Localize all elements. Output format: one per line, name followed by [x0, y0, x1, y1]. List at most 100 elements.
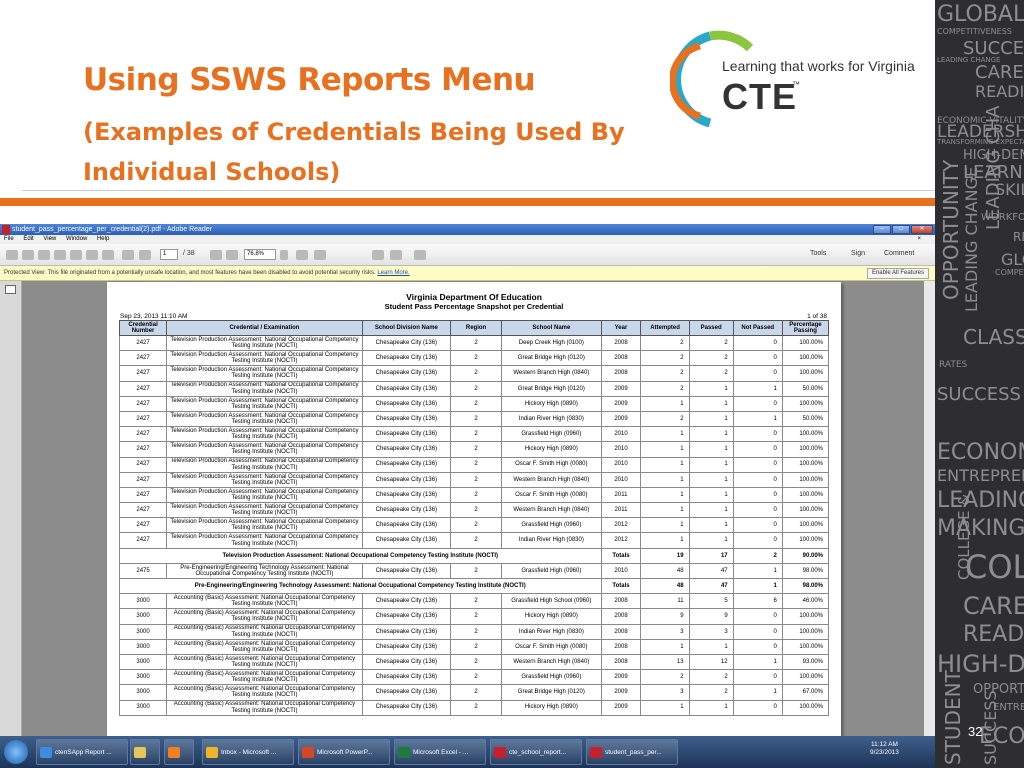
start-button[interactable] — [4, 740, 28, 764]
table-row: 3000 Accounting (Basic) Assessment: Natio… — [118, 623, 830, 640]
taskbar-item[interactable]: Microsoft Excel - ... — [394, 739, 486, 765]
table-cell: 2 — [449, 608, 503, 625]
adobe-reader-window[interactable]: student_pass_percentage_per_credential(2… — [0, 224, 935, 740]
vertical-scrollbar[interactable] — [924, 281, 935, 740]
table-cell: 2 — [449, 334, 503, 352]
settings-icon[interactable] — [54, 250, 66, 260]
table-cell: 6 — [732, 593, 783, 610]
table-cell: Pre-Engineering/Engineering Technology A… — [166, 562, 363, 580]
table-row: 2427 Television Production Assessment: Na… — [118, 334, 830, 352]
table-cell: 2 — [640, 410, 690, 428]
table-cell: Western Branch High (0840) — [501, 502, 602, 519]
table-row: 2427 Television Production Assessment: Na… — [118, 365, 830, 382]
logo-wordmark: CTE — [722, 76, 797, 117]
navigation-pane — [0, 281, 22, 740]
menu-bar: File Edit View Window Help × — [0, 235, 935, 244]
table-cell: Hickory High (0890) — [501, 608, 602, 625]
page-number-input[interactable]: 1 — [160, 249, 178, 260]
column-header: School Name — [501, 320, 602, 336]
close-document-icon[interactable]: × — [917, 235, 921, 244]
menu-help[interactable]: Help — [97, 236, 109, 242]
table-cell: 2427 — [118, 410, 168, 428]
window-title-bar[interactable]: student_pass_percentage_per_credential(2… — [0, 224, 935, 235]
table-row: 2427 Television Production Assessment: Na… — [118, 517, 830, 534]
tools-pane-button[interactable]: Tools — [810, 250, 826, 257]
table-cell: 2 — [688, 334, 734, 352]
edit-icon[interactable] — [38, 250, 50, 260]
open-icon[interactable] — [6, 250, 18, 260]
sign-tool-icon[interactable] — [414, 250, 426, 260]
save-icon[interactable] — [70, 250, 82, 260]
print-icon[interactable] — [86, 250, 98, 260]
table-cell: 2009 — [600, 410, 642, 428]
taskbar-item[interactable]: ctenSApp Report ... — [36, 739, 128, 765]
table-cell: 1 — [732, 653, 783, 671]
table-cell: Grassfield High (0960) — [501, 426, 602, 443]
taskbar-item[interactable]: cte_school_report... — [490, 739, 582, 765]
close-button[interactable]: ✕ — [911, 225, 933, 234]
table-cell: Grassfield High (0960) — [501, 669, 602, 686]
table-row: 2427 Television Production Assessment: Na… — [118, 456, 830, 473]
zoom-dropdown-icon[interactable] — [280, 250, 288, 260]
zoom-in-icon[interactable] — [226, 250, 238, 260]
table-cell: 1 — [732, 380, 783, 397]
table-cell: 5 — [688, 593, 734, 610]
fit-width-icon[interactable] — [296, 250, 308, 260]
totals-cell: Totals — [600, 577, 642, 595]
clock[interactable]: 11:12 AM 9/23/2013 — [870, 741, 899, 757]
column-header: Not Passed — [732, 320, 783, 336]
fit-page-icon[interactable] — [314, 250, 326, 260]
page-thumbnails-icon[interactable] — [5, 285, 16, 294]
word-cloud-word: COMPETE — [995, 268, 1024, 277]
highlight-icon[interactable] — [390, 250, 402, 260]
table-cell: 2 — [449, 441, 503, 458]
zoom-out-icon[interactable] — [210, 250, 222, 260]
maximize-button[interactable]: □ — [892, 225, 910, 234]
table-cell: 2 — [449, 410, 503, 428]
prev-page-icon[interactable] — [122, 250, 134, 260]
sign-pane-button[interactable]: Sign — [851, 250, 865, 257]
table-cell: 47 — [688, 562, 734, 580]
menu-view[interactable]: View — [43, 236, 56, 242]
table-cell: Television Production Assessment: Nation… — [166, 350, 363, 367]
taskbar-item[interactable] — [130, 739, 160, 765]
taskbar-item[interactable] — [164, 739, 194, 765]
word-cloud-word-vertical: LEADING CHA — [983, 105, 1004, 230]
learn-more-link[interactable]: Learn More. — [377, 270, 409, 276]
table-cell: 2427 — [118, 502, 168, 519]
comment-pane-button[interactable]: Comment — [884, 250, 914, 257]
menu-window[interactable]: Window — [66, 236, 87, 242]
taskbar-item[interactable]: student_pass_per... — [586, 739, 678, 765]
zoom-input[interactable]: 76.8% — [244, 249, 276, 260]
table-cell: 2 — [449, 532, 503, 549]
enable-all-features-button[interactable]: Enable All Features — [866, 268, 929, 279]
table-cell: 2 — [640, 365, 690, 382]
taskbar-item[interactable]: Microsoft PowerP... — [298, 739, 390, 765]
table-cell: 0 — [732, 334, 783, 352]
taskbar-item[interactable]: Inbox - Microsoft ... — [202, 739, 294, 765]
table-cell: 2012 — [600, 532, 642, 549]
table-cell: 2 — [449, 456, 503, 473]
word-cloud-word: READINESS — [975, 82, 1024, 101]
comment-icon[interactable] — [372, 250, 384, 260]
pdf-icon — [590, 747, 602, 758]
table-cell: 100.00% — [781, 638, 830, 655]
table-cell: 0 — [732, 471, 783, 488]
create-pdf-icon[interactable] — [22, 250, 34, 260]
table-cell: Television Production Assessment: Nation… — [166, 380, 363, 397]
word-cloud-panel: GLOBALCOMPETITIVENESSSUCCESSLEADING CHAN… — [935, 0, 1024, 768]
table-cell: 1 — [688, 502, 734, 519]
next-page-icon[interactable] — [139, 250, 151, 260]
table-cell: 0 — [732, 532, 783, 549]
table-cell: 2 — [449, 653, 503, 671]
table-cell: Oscar F. Smith High (0080) — [501, 486, 602, 504]
table-cell: Accounting (Basic) Assessment: National … — [166, 608, 363, 625]
menu-edit[interactable]: Edit — [23, 236, 33, 242]
totals-cell: Pre-Engineering/Engineering Technology A… — [119, 577, 602, 595]
table-cell: Great Bridge High (0120) — [501, 380, 602, 397]
table-cell: 1 — [640, 441, 690, 458]
table-cell: 2 — [640, 380, 690, 397]
email-icon[interactable] — [102, 250, 114, 260]
minimize-button[interactable]: – — [873, 225, 891, 234]
menu-file[interactable]: File — [4, 236, 14, 242]
